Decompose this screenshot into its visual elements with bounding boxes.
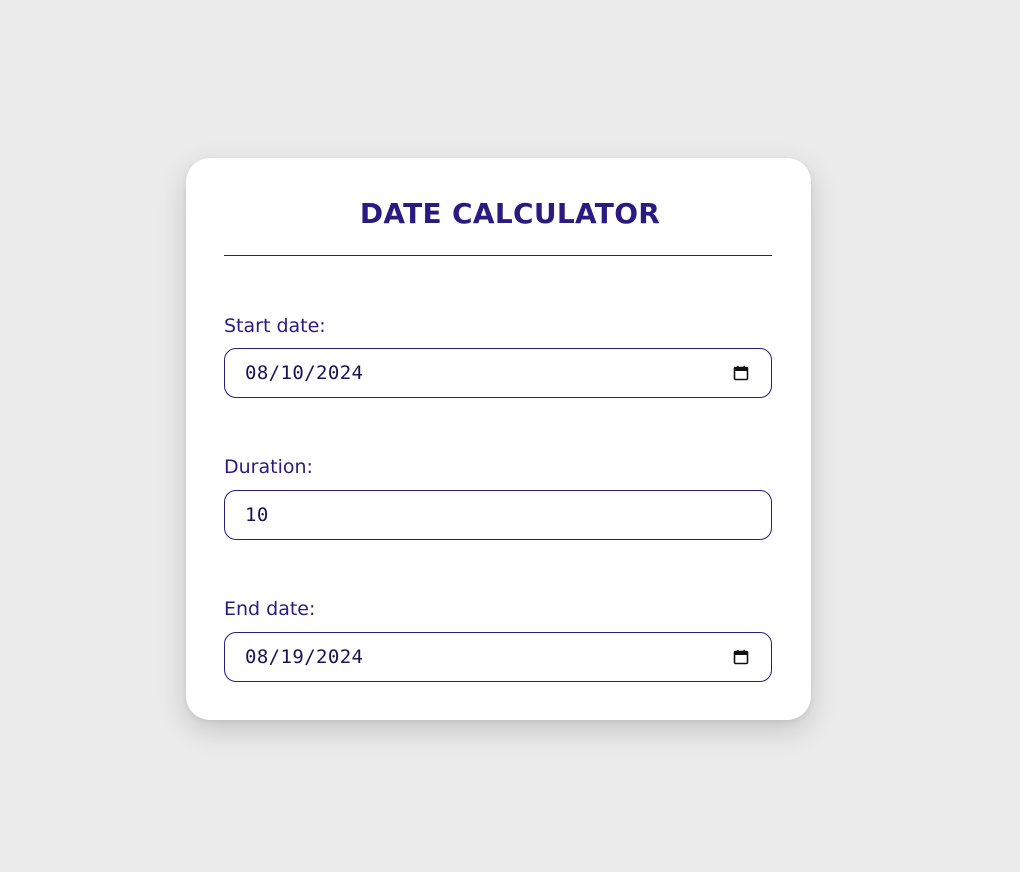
duration-label: Duration: (224, 456, 313, 478)
end-date-label: End date: (224, 598, 316, 620)
duration-value: 10 (245, 504, 269, 526)
duration-input[interactable]: 10 (224, 490, 772, 540)
page-title: DATE CALCULATOR (359, 197, 661, 230)
end-date-input[interactable]: 08/19/2024 (224, 632, 772, 682)
end-date-value: 08/19/2024 (245, 646, 364, 668)
calendar-icon[interactable] (733, 649, 749, 665)
start-date-input[interactable]: 08/10/2024 (224, 348, 772, 398)
date-calculator-card: Start date: 08/10/2024 Duration: 10 End … (186, 158, 811, 720)
start-date-label: Start date: (224, 315, 326, 337)
start-date-value: 08/10/2024 (245, 362, 364, 384)
title-divider (224, 255, 772, 256)
calendar-icon[interactable] (733, 365, 749, 381)
